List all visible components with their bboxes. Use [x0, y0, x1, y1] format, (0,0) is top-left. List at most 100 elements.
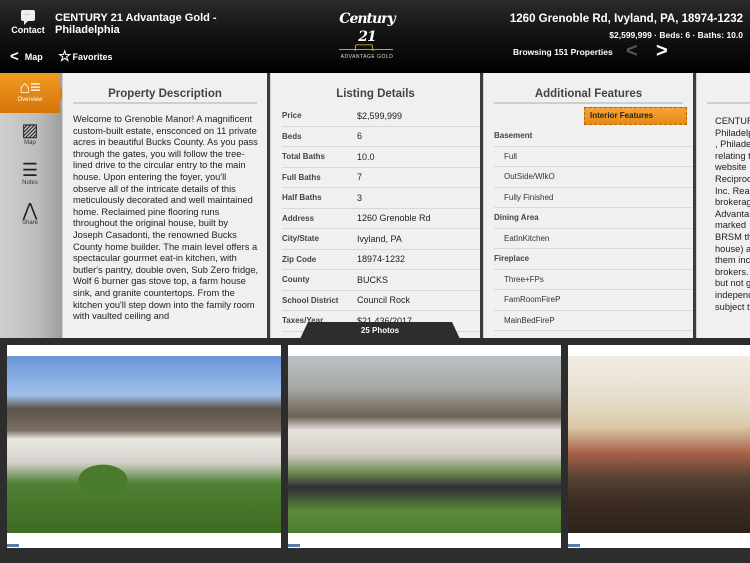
listing-field-label: City/State [282, 234, 319, 244]
map-icon: ▨ [21, 120, 39, 140]
logo-subtitle: ADVANTAGE GOLD [340, 54, 394, 60]
listing-row: County BUCKS [282, 270, 480, 291]
feature-item: MainBedFireP [494, 311, 693, 331]
sidebar-item-label: Share [21, 220, 38, 226]
listing-field-value: $2,599,999 [357, 110, 403, 121]
listing-row: Beds 6 [282, 127, 480, 147]
feature-category: Basement [494, 126, 693, 147]
disclaimer-line: website [715, 162, 747, 173]
listing-field-value: 3 [357, 192, 363, 203]
listing-field-label: Address [282, 213, 315, 223]
disclaimer-panel[interactable]: CENTUR Philadelp, Philade relating t websit… [696, 73, 750, 338]
listing-field-label: Total Baths [282, 152, 325, 162]
listing-field-label: Price [282, 111, 302, 121]
browsing-count: Browsing 151 Properties [513, 47, 613, 57]
panel-title: Listing Details [336, 88, 415, 100]
listing-row: City/State Ivyland, PA [282, 229, 480, 250]
disclaimer-line: brokers. [715, 266, 749, 277]
feature-category: Fireplace [494, 249, 693, 270]
sidebar-item-overview[interactable]: ⌂≡ Overview [0, 73, 67, 113]
disclaimer-line: CENTUR [715, 116, 750, 126]
chevron-right-icon: > [656, 40, 668, 62]
favorites-button[interactable]: ☆ Favorites [58, 48, 113, 65]
contact-button[interactable]: ··· Contact [8, 10, 48, 35]
photo-tag [568, 544, 580, 547]
photos-toggle-tab[interactable]: 25 Photos [300, 322, 460, 339]
disclaimer-line: relating t [715, 150, 750, 161]
disclaimer-text: CENTUR Philadelp, Philade relating t websit… [697, 104, 750, 313]
office-name: CENTURY 21 Advantage Gold - Philadelphia [55, 12, 217, 36]
disclaimer-line: them inc [715, 255, 750, 266]
back-label: Map [24, 52, 43, 62]
next-property-button[interactable]: > [656, 40, 668, 63]
feature-item: OutSide/WlkO [494, 167, 693, 188]
previous-property-button[interactable]: < [626, 40, 638, 63]
property-summary: $2,599,999 · Beds: 6 · Baths: 10.0 [609, 30, 743, 40]
feature-item: EatInKitchen [494, 229, 693, 249]
chat-bubble-icon: ··· [21, 10, 35, 25]
listing-field-value: 7 [357, 172, 363, 183]
listing-details-panel[interactable]: Listing Details Price $2,599,999 Beds 6 Tota… [270, 73, 480, 338]
features-list: Basement Full OutSide/WlkO Fully Finished Di… [484, 126, 693, 331]
feature-item: Three+FPs [494, 270, 693, 290]
favorites-label: Favorites [72, 52, 113, 62]
sidebar-item-label: Notes [22, 180, 38, 186]
listing-row: Total Baths 10.0 [282, 147, 480, 168]
listing-row: Full Baths 7 [282, 168, 480, 188]
notes-icon: ☰ [21, 160, 39, 180]
disclaimer-line: but not g [715, 278, 750, 289]
photo-image [288, 356, 561, 533]
listing-field-label: County [282, 275, 310, 285]
property-address: 1260 Grenoble Rd, Ivyland, PA, 18974-123… [509, 13, 743, 25]
listing-field-value: 6 [357, 131, 363, 142]
listing-field-value: 10.0 [357, 151, 375, 162]
listing-row: School District Council Rock [282, 291, 480, 311]
photo-tag [7, 544, 19, 547]
interior-features-tab[interactable]: Interior Features [584, 107, 687, 125]
listing-field-value: 18974-1232 [357, 254, 406, 265]
feature-category: Dining Area [494, 208, 693, 229]
star-outline-icon: ☆ [58, 48, 72, 65]
feature-item: Full [494, 147, 693, 167]
listing-field-label: School District [282, 295, 339, 305]
listing-field-value: Ivyland, PA [357, 233, 402, 244]
listing-field-label: Full Baths [282, 172, 321, 182]
photo-tag [288, 544, 300, 547]
logo-word: Century 21 [339, 11, 395, 45]
listing-row: Half Baths 3 [282, 188, 480, 209]
disclaimer-line: house) a [715, 243, 750, 254]
feature-item: FamRoomFireP [494, 290, 693, 311]
disclaimer-line: subject t [715, 301, 750, 312]
listing-row: Price $2,599,999 [282, 106, 480, 127]
disclaimer-line: Inc. Real [715, 185, 750, 196]
listing-row: Zip Code 18974-1232 [282, 250, 480, 270]
back-to-map-button[interactable]: < Map [10, 48, 43, 65]
sidebar-item-share[interactable]: ⋀ Share [0, 200, 60, 226]
chevron-left-icon: < [626, 40, 638, 62]
panel-title-rule [707, 73, 750, 104]
photo-thumbnail[interactable] [288, 345, 561, 548]
sidebar: ⌂≡ Overview ▨ Map ☰ Notes ⋀ Share [0, 73, 67, 338]
sidebar-item-label: Map [24, 140, 36, 146]
logo-roof-icon [333, 46, 401, 52]
chevron-left-icon: < [10, 48, 19, 65]
photo-thumbnail[interactable] [7, 345, 281, 548]
top-bar: ··· Contact CENTURY 21 Advantage Gold - … [0, 0, 750, 73]
listing-table: Price $2,599,999 Beds 6 Total Baths 10.0 Full … [271, 106, 480, 332]
share-icon: ⋀ [22, 200, 38, 220]
contact-label: Contact [11, 25, 45, 35]
listing-row: Address 1260 Grenoble Rd [282, 209, 480, 229]
disclaimer-line: Advanta [715, 208, 750, 219]
disclaimer-line: BRSM th [715, 231, 750, 242]
sidebar-item-notes[interactable]: ☰ Notes [0, 160, 60, 186]
additional-features-panel[interactable]: Additional Features Interior Features Ba… [483, 73, 693, 338]
photo-thumbnail[interactable] [568, 345, 750, 548]
description-text: Welcome to Grenoble Manor! A magnificent… [73, 114, 259, 322]
disclaimer-line: indepenc [715, 289, 750, 300]
sidebar-item-map[interactable]: ▨ Map [0, 120, 60, 146]
property-description-panel[interactable]: Property Description Welcome to Grenoble… [62, 73, 267, 338]
listing-field-value: Council Rock [357, 295, 411, 306]
disclaimer-line: Reciproc [715, 173, 750, 184]
century21-logo: Century 21 ADVANTAGE GOLD [333, 10, 401, 60]
listing-field-value: 1260 Grenoble Rd [357, 213, 431, 224]
